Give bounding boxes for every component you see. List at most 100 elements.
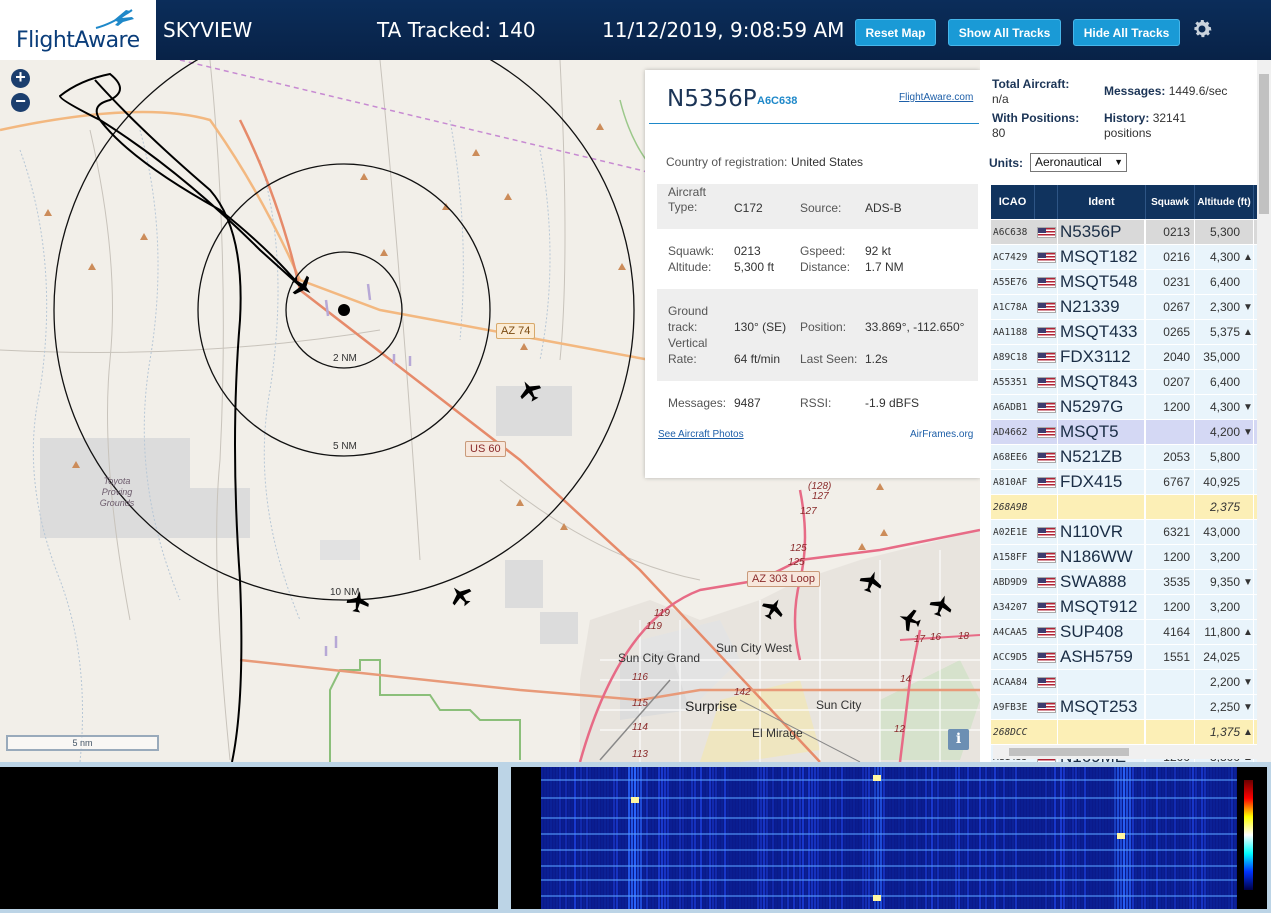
messages-rate-stat: Messages: 1449.6/sec	[1104, 84, 1227, 98]
spectrogram-stripe	[553, 767, 555, 909]
spectrogram-stripe	[607, 767, 609, 909]
zoom-out-button[interactable]: −	[11, 92, 30, 112]
table-row[interactable]: A1C78A N21339 0267 2,300 ▼	[991, 295, 1259, 320]
cell-flag	[1035, 720, 1057, 744]
spectrogram-stripe	[1069, 767, 1071, 909]
cell-flag	[1035, 220, 1057, 244]
spectrogram-stripe	[1153, 767, 1155, 909]
table-row[interactable]: 268DCC 1,375 ▲	[991, 720, 1259, 745]
cell-icao: A55351	[991, 370, 1035, 394]
spectrogram-stripe	[697, 767, 699, 909]
spectrogram-stripe	[757, 767, 759, 909]
range-label-2nm: 2 NM	[333, 353, 357, 364]
table-row[interactable]: A55E76 MSQT548 0231 6,400	[991, 270, 1259, 295]
column-header-squawk[interactable]: Squawk	[1146, 185, 1195, 219]
spectrogram-stripe	[838, 767, 840, 909]
vertical-scrollbar[interactable]	[1257, 60, 1271, 762]
table-row[interactable]: A02E1E N110VR 6321 43,000	[991, 520, 1259, 545]
cell-icao: A158FF	[991, 545, 1035, 569]
column-header-altitude[interactable]: Altitude (ft)	[1195, 185, 1254, 219]
spectrogram-stripe	[610, 767, 612, 909]
chevron-down-icon: ▼	[1114, 157, 1123, 167]
table-row[interactable]: ACC9D5 ASH5759 1551 24,025	[991, 645, 1259, 670]
spectrogram-stripe	[625, 767, 627, 909]
spectrogram-stripe	[664, 767, 666, 909]
cell-icao: A34207	[991, 595, 1035, 619]
cell-altitude: 2,250 ▼	[1195, 695, 1253, 719]
cell-squawk	[1146, 670, 1194, 694]
hide-all-tracks-button[interactable]: Hide All Tracks	[1073, 19, 1180, 46]
cell-altitude: 1,375 ▲	[1195, 720, 1253, 744]
units-select[interactable]: Aeronautical ▼	[1030, 153, 1127, 172]
gear-icon[interactable]	[1190, 17, 1214, 41]
waterfall-spectrogram	[511, 767, 1267, 909]
spectrogram-stripe	[856, 767, 858, 909]
table-row[interactable]: A4CAA5 SUP408 4164 11,800 ▲	[991, 620, 1259, 645]
spectrogram-stripe	[1201, 767, 1203, 909]
info-button[interactable]: i	[948, 729, 969, 750]
cell-ident: MSQT912	[1058, 595, 1144, 619]
table-row[interactable]: A34207 MSQT912 1200 3,200	[991, 595, 1259, 620]
spectrogram-stripe	[1030, 767, 1032, 909]
us-flag-icon	[1036, 451, 1056, 463]
table-row[interactable]: A89C18 FDX3112 2040 35,000	[991, 345, 1259, 370]
flightaware-link[interactable]: FlightAware.com	[899, 92, 973, 103]
horizontal-scrollbar[interactable]	[993, 745, 1257, 759]
route-number: 142	[734, 687, 751, 698]
road-shield-az303: AZ 303 Loop	[747, 571, 820, 587]
spectrogram-stripe	[1183, 767, 1185, 909]
spectrogram-band	[541, 849, 1237, 851]
aircraft-photos-link[interactable]: See Aircraft Photos	[658, 429, 744, 440]
table-row[interactable]: A68EE6 N521ZB 2053 5,800	[991, 445, 1259, 470]
us-flag-icon	[1036, 326, 1056, 338]
cell-flag	[1035, 595, 1057, 619]
table-row[interactable]: ACAA84 2,200 ▼	[991, 670, 1259, 695]
table-row[interactable]: A810AF FDX415 6767 40,925	[991, 470, 1259, 495]
table-row[interactable]: A55351 MSQT843 0207 6,400	[991, 370, 1259, 395]
spectrogram-stripe	[934, 767, 936, 909]
spectrogram-stripe	[730, 767, 732, 909]
cell-ident: MSQT5	[1058, 420, 1144, 444]
reset-map-button[interactable]: Reset Map	[855, 19, 936, 46]
altitude-value: 2,375	[1209, 500, 1240, 514]
table-row[interactable]: AD4662 MSQT5 4,200 ▼	[991, 420, 1259, 445]
altitude-trend-icon: ▼	[1243, 576, 1253, 588]
cell-icao: AC7429	[991, 245, 1035, 269]
spectrogram-stripe	[1168, 767, 1170, 909]
table-row[interactable]: A6C638 N5356P 0213 5,300	[991, 220, 1259, 245]
altitude-trend-icon: ▲	[1243, 251, 1253, 263]
table-row[interactable]: ABD9D9 SWA888 3535 9,350 ▼	[991, 570, 1259, 595]
table-row[interactable]: AA1188 MSQT433 0265 5,375 ▲	[991, 320, 1259, 345]
show-all-tracks-button[interactable]: Show All Tracks	[948, 19, 1061, 46]
spectrogram-stripe	[1150, 767, 1152, 909]
table-row[interactable]: 268A9B 2,375	[991, 495, 1259, 520]
column-header-ident[interactable]: Ident	[1058, 185, 1146, 219]
spectrogram-stripe	[1018, 767, 1020, 909]
place-sun-city-grand: Sun City Grand	[618, 651, 701, 665]
messages-value: 9487	[734, 396, 761, 410]
cell-flag	[1035, 620, 1057, 644]
zoom-in-button[interactable]: +	[11, 68, 30, 88]
flightaware-logo[interactable]: FlightAware	[0, 0, 156, 60]
cell-altitude: 6,400	[1195, 270, 1253, 294]
column-header-icao[interactable]: ICAO	[991, 185, 1035, 219]
spectrogram-stripe	[703, 767, 705, 909]
spectrogram-stripe	[646, 767, 648, 909]
us-flag-icon	[1036, 701, 1056, 713]
table-row[interactable]: A158FF N186WW 1200 3,200	[991, 545, 1259, 570]
cell-altitude: 2,200 ▼	[1195, 670, 1253, 694]
spectrogram-stripe	[1084, 767, 1086, 909]
column-header-flag[interactable]	[1035, 185, 1058, 219]
scrollbar-thumb[interactable]	[1259, 74, 1269, 214]
airframes-link[interactable]: AirFrames.org	[910, 429, 973, 440]
cell-squawk	[1146, 495, 1194, 519]
cell-flag	[1035, 420, 1057, 444]
scrollbar-thumb[interactable]	[1009, 748, 1129, 756]
table-row[interactable]: AC7429 MSQT182 0216 4,300 ▲	[991, 245, 1259, 270]
spectrogram-stripe	[1156, 767, 1158, 909]
table-row[interactable]: A9FB3E MSQT253 2,250 ▼	[991, 695, 1259, 720]
spectrogram-stripe	[943, 767, 945, 909]
table-row[interactable]: A6ADB1 N5297G 1200 4,300 ▼	[991, 395, 1259, 420]
cell-ident: MSQT548	[1058, 270, 1144, 294]
spectrogram-stripe	[622, 767, 624, 909]
